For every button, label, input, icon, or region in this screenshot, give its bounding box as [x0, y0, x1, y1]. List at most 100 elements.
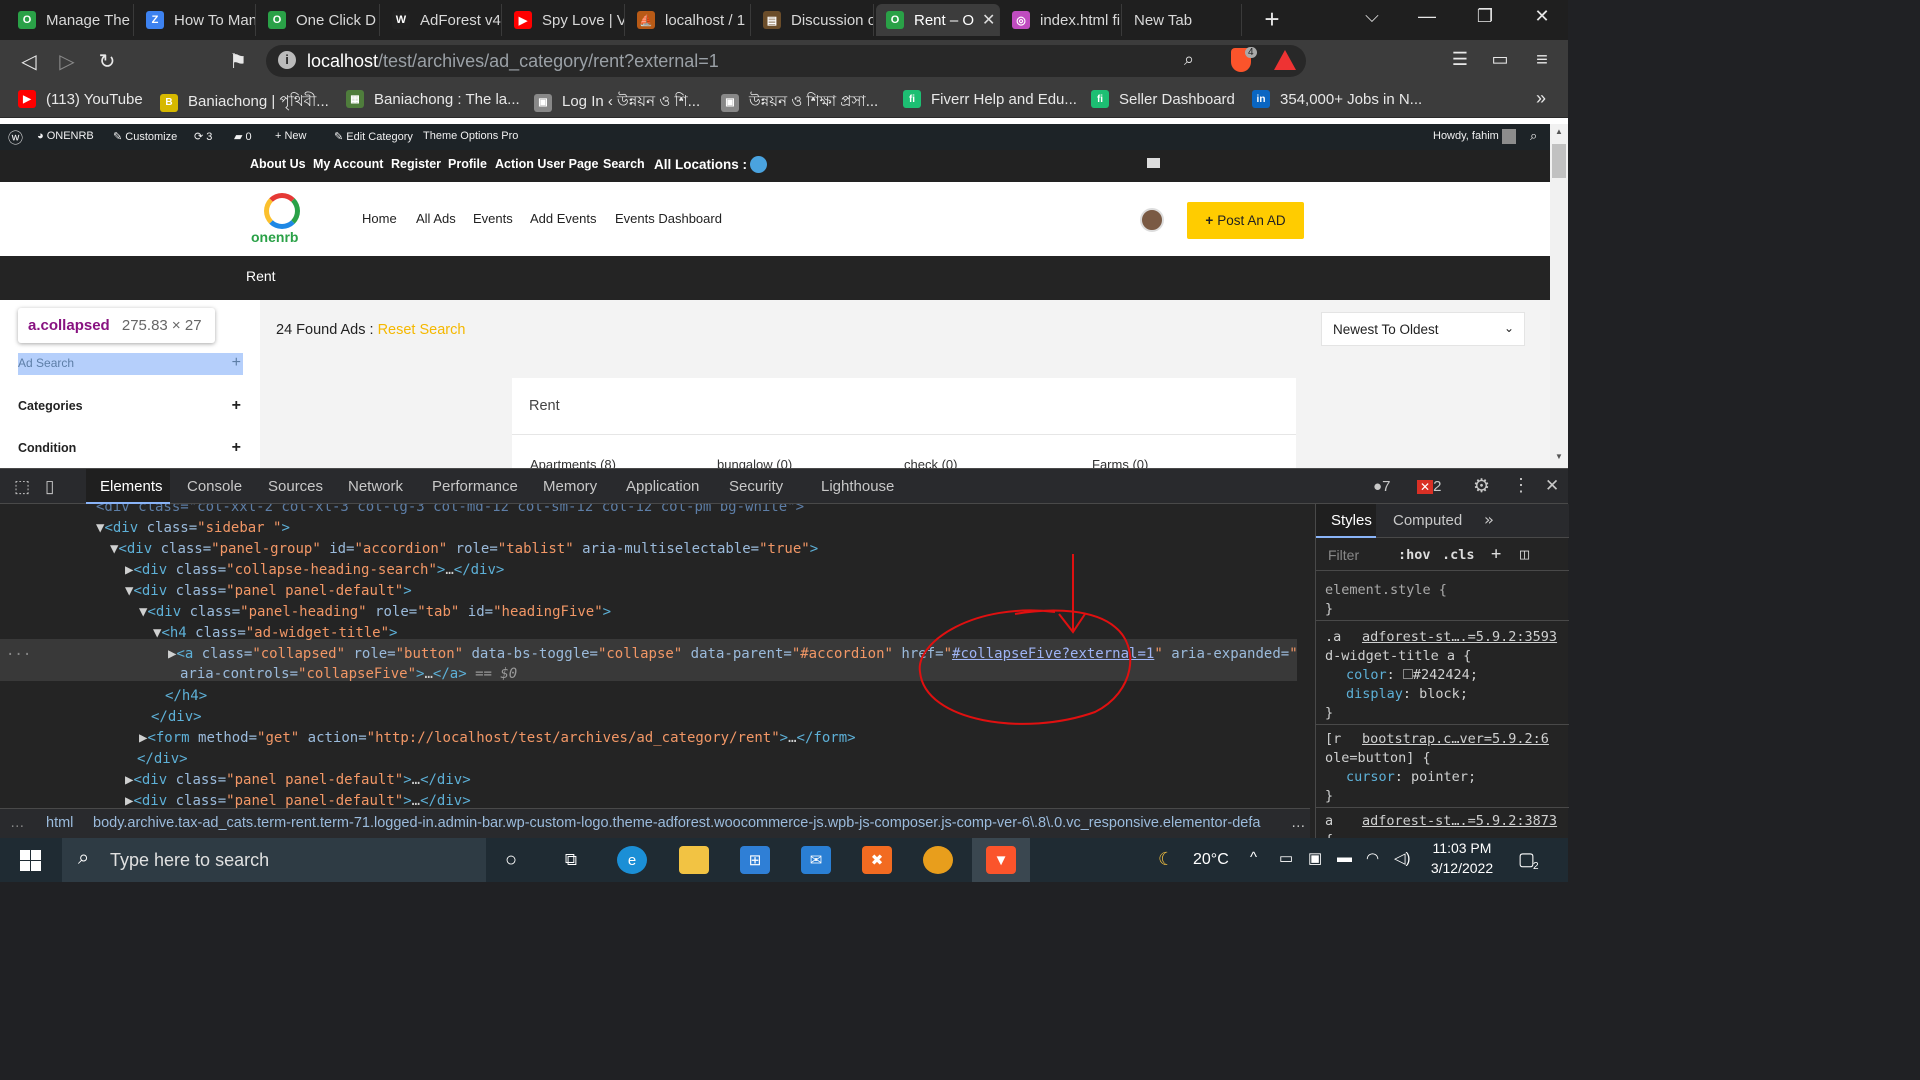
globe-icon[interactable]: [750, 156, 767, 173]
top-link-account[interactable]: My Account: [313, 157, 383, 171]
browser-tab[interactable]: ▶ Spy Love | V: [504, 4, 625, 36]
more-options-icon[interactable]: ⋮: [1512, 475, 1530, 496]
store-icon[interactable]: ⊞: [740, 846, 770, 874]
bookmark-item[interactable]: ▣ উন্নয়ন ও শিক্ষা প্রসা...: [721, 90, 878, 115]
bookmark-item[interactable]: ▦ Baniachong : The la...: [346, 90, 520, 108]
device-toolbar-icon[interactable]: ▯: [45, 477, 54, 497]
scroll-up-icon[interactable]: ▲: [1555, 127, 1563, 136]
comments-link[interactable]: ▰ 0: [234, 130, 252, 143]
meet-now-icon[interactable]: ▭: [1279, 849, 1293, 867]
sidebar-condition[interactable]: Condition +: [18, 439, 243, 456]
style-rule-source[interactable]: bootstrap.c…ver=5.9.2:6: [1362, 730, 1549, 749]
restore-icon[interactable]: ❐: [1465, 6, 1505, 27]
tab-lighthouse[interactable]: Lighthouse: [821, 478, 894, 495]
reload-icon[interactable]: ↻: [93, 49, 121, 74]
menu-icon[interactable]: ≡: [1528, 49, 1556, 72]
tab-network[interactable]: Network: [348, 478, 403, 495]
menu-home[interactable]: Home: [362, 211, 397, 226]
browser-tab[interactable]: W AdForest v4: [382, 4, 502, 36]
sidebar-ad-search[interactable]: Ad Search +: [18, 354, 243, 371]
tab-styles[interactable]: Styles: [1331, 512, 1372, 529]
updates-link[interactable]: ⟳ 3: [194, 130, 212, 143]
back-icon[interactable]: ◁: [15, 49, 43, 74]
new-link[interactable]: + New: [275, 130, 307, 142]
cortana-icon[interactable]: ○: [496, 846, 526, 874]
admin-avatar[interactable]: [1502, 129, 1516, 144]
brave-rewards-icon[interactable]: [1274, 50, 1296, 70]
more-bookmarks-icon[interactable]: »: [1536, 88, 1546, 109]
toggle-sidebar-icon[interactable]: ◫: [1520, 545, 1529, 563]
file-explorer-icon[interactable]: [679, 846, 709, 874]
tab-application[interactable]: Application: [626, 478, 699, 495]
dom-line[interactable]: ▶<form method="get" action="http://local…: [139, 728, 856, 749]
top-link-register[interactable]: Register: [391, 157, 441, 171]
tab-elements[interactable]: Elements: [100, 478, 163, 495]
subcategory-check[interactable]: check (0): [904, 457, 957, 468]
browser-tab[interactable]: O Manage The: [8, 4, 134, 36]
tray-chevron-icon[interactable]: ^: [1250, 849, 1257, 866]
dom-line-selected-cont[interactable]: aria-controls="collapseFive">…</a> == $0: [180, 664, 517, 685]
browser-app-icon[interactable]: [923, 846, 953, 874]
warnings-badge[interactable]: ●7: [1373, 478, 1390, 495]
site-info-icon[interactable]: i: [278, 51, 296, 69]
howdy-user[interactable]: Howdy, fahim: [1433, 130, 1499, 142]
close-tab-icon[interactable]: ✕: [982, 10, 995, 30]
dom-line[interactable]: <div class="col-xxl-2 col-xl-3 col-lg-3 …: [96, 504, 804, 518]
dom-line[interactable]: ▼<div class="panel panel-default">: [125, 581, 412, 602]
tab-sources[interactable]: Sources: [268, 478, 323, 495]
wifi-icon[interactable]: ◠: [1366, 849, 1379, 867]
dom-line[interactable]: </h4>: [165, 686, 207, 707]
more-tabs-icon[interactable]: »: [1484, 510, 1494, 529]
address-bar[interactable]: i localhost/test/archives/ad_category/re…: [266, 45, 1306, 77]
settings-gear-icon[interactable]: ⚙: [1473, 475, 1490, 498]
network-app-icon[interactable]: ▣: [1308, 849, 1322, 867]
forward-icon[interactable]: ▷: [53, 49, 81, 74]
user-avatar[interactable]: [1140, 208, 1164, 232]
tab-memory[interactable]: Memory: [543, 478, 597, 495]
dom-line[interactable]: ▶<div class="panel panel-default">…</div…: [125, 791, 471, 808]
style-prop-display[interactable]: display: block;: [1346, 685, 1468, 704]
bookmark-item[interactable]: ▣ Log In ‹ উন্নয়ন ও শি...: [534, 90, 700, 115]
bookmark-icon[interactable]: ⚑: [224, 49, 252, 74]
browser-tab[interactable]: O One Click D: [258, 4, 380, 36]
browser-tab[interactable]: ▤ Discussion o: [753, 4, 874, 36]
page-scrollbar[interactable]: ▲ ▼: [1550, 124, 1568, 468]
scroll-down-icon[interactable]: ▼: [1555, 452, 1563, 461]
brave-app-icon[interactable]: ▼: [986, 846, 1016, 874]
errors-badge[interactable]: ✕ 2: [1417, 478, 1441, 495]
tab-computed[interactable]: Computed: [1393, 512, 1462, 529]
hov-toggle[interactable]: :hov: [1398, 547, 1431, 563]
subcategory-bungalow[interactable]: bungalow (0): [717, 457, 792, 468]
bookmark-item[interactable]: fi Fiverr Help and Edu...: [903, 90, 1077, 108]
wordpress-icon[interactable]: ⓦ: [8, 127, 23, 148]
zoom-icon[interactable]: ⌕: [1184, 49, 1194, 70]
top-link-search[interactable]: Search: [603, 157, 645, 171]
top-link-action-user[interactable]: Action User Page: [495, 157, 599, 171]
color-swatch[interactable]: [1402, 669, 1413, 679]
dom-line[interactable]: ▼<div class="panel-group" id="accordion"…: [110, 539, 818, 560]
browser-tab[interactable]: Z How To Man: [136, 4, 256, 36]
dom-line[interactable]: ▶<div class="panel panel-default">…</div…: [125, 770, 471, 791]
close-devtools-icon[interactable]: ✕: [1545, 476, 1559, 496]
mail-icon[interactable]: [1147, 158, 1160, 168]
breadcrumb-body[interactable]: body.archive.tax-ad_cats.term-rent.term-…: [93, 815, 1281, 831]
edge-icon[interactable]: e: [617, 846, 647, 874]
subcategory-farms[interactable]: Farms (0): [1092, 457, 1148, 468]
bookmark-item[interactable]: fi Seller Dashboard: [1091, 90, 1235, 108]
reset-search-link[interactable]: Reset Search: [378, 322, 466, 338]
taskbar-search-box[interactable]: ⌕ Type here to search: [62, 838, 486, 882]
cls-toggle[interactable]: .cls: [1442, 547, 1475, 563]
post-ad-button[interactable]: + Post An AD: [1187, 202, 1304, 239]
close-window-icon[interactable]: ✕: [1522, 6, 1562, 27]
breadcrumb-html[interactable]: html: [46, 815, 73, 831]
browser-tab[interactable]: New Tab: [1124, 4, 1242, 36]
site-logo[interactable]: onenrb: [251, 191, 317, 245]
inspect-icon[interactable]: ⬚: [14, 477, 30, 497]
scroll-thumb[interactable]: [1552, 144, 1566, 178]
style-prop-cursor[interactable]: cursor: pointer;: [1346, 768, 1476, 787]
edit-category-link[interactable]: ✎ Edit Category: [334, 130, 413, 143]
style-rule-source[interactable]: adforest-st….=5.9.2:3593: [1362, 628, 1557, 647]
new-tab-button[interactable]: +: [1252, 4, 1292, 35]
moon-weather-icon[interactable]: ☾: [1158, 849, 1174, 870]
browser-tab[interactable]: ◎ index.html fi: [1002, 4, 1122, 36]
